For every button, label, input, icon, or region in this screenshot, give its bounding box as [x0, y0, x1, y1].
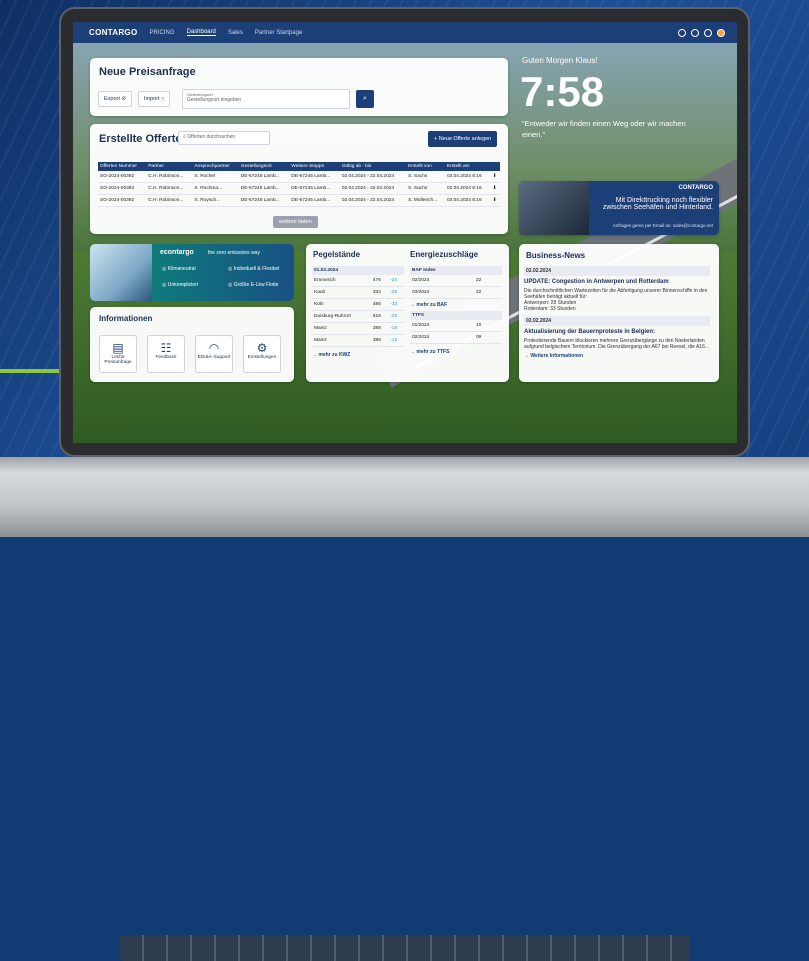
table-row[interactable]: SO-2024-00392 C.H. Robinson... S. Rochel DE…: [98, 171, 500, 183]
nav-pricing[interactable]: PRICING: [149, 30, 174, 36]
levels-table: 01.02.2024 Emmerich 476 -24 Kaub 334 -26 Köl…: [312, 266, 404, 358]
truck-image: [519, 181, 589, 235]
baf-link[interactable]: → mehr zu BAF: [410, 302, 502, 308]
help-icon[interactable]: [691, 28, 699, 37]
table-row: Emmerich 476 -24: [312, 275, 404, 287]
promo-contact: Anfragen gerne per Email an: sales@conta…: [612, 223, 713, 228]
table-row: Duisburg-Ruhrort 616 -29: [312, 310, 404, 323]
download-icon[interactable]: ⬇: [490, 171, 500, 183]
eco-feature-3: ◎ Unkompliziert: [162, 282, 199, 288]
news-card: Business-News 02.02.2024 UPDATE: Congest…: [519, 244, 719, 382]
clock: 7:58: [520, 68, 605, 115]
nav-dashboard[interactable]: Dashboard: [186, 29, 216, 36]
table-row: 02/2024 09: [410, 331, 502, 344]
table-row: Mainz 388 -15: [312, 334, 404, 347]
location-input[interactable]: Gestellungsort Gestellungsort eingeben: [182, 89, 350, 109]
top-nav: CONTARGO PRICING Dashboard Sales Partner…: [73, 22, 737, 43]
download-icon[interactable]: ⬇: [490, 194, 500, 207]
gear-icon: ⚙: [256, 341, 268, 355]
eco-feature-1: ◎ Klimaneutral: [162, 266, 196, 272]
levels-card: Pegelstände Energiezuschläge 01.02.2024 …: [306, 244, 509, 382]
ttfs-link[interactable]: → mehr zu TTFS: [410, 349, 502, 355]
download-icon[interactable]: ⬇: [490, 182, 500, 195]
table-row[interactable]: SO-2024-00392 C.H. Robinson... S. Rochma..…: [98, 182, 500, 195]
news-title: Business-News: [526, 251, 586, 260]
eco-brand: econtargo: [160, 249, 194, 256]
info-icon[interactable]: [678, 28, 686, 37]
table-row[interactable]: SO-2024-00392 C.H. Robinson... S. Roysch..…: [98, 194, 500, 207]
load-more-button[interactable]: weitere laden: [273, 216, 318, 228]
tile-last-request[interactable]: ▤ Letzte Preisanfrage: [99, 335, 137, 373]
eco-truck-image: [90, 244, 152, 301]
price-request-title: Neue Preisanfrage: [99, 66, 196, 78]
tile-support[interactable]: ◠ EDI&A-Support: [195, 335, 233, 373]
new-offer-button[interactable]: + Neue Offerte anlegen: [428, 131, 498, 147]
tile-feedback[interactable]: ☷ Feedback: [147, 335, 185, 373]
table-row: 03/2024 22: [410, 286, 502, 299]
tile-settings[interactable]: ⚙ Einstellungen: [243, 335, 281, 373]
levels-link[interactable]: → mehr zu KWZ: [312, 352, 404, 358]
table-row: Kaub 334 -26: [312, 286, 404, 299]
news-headline-2: Aktualisierung der Bauernproteste in Bel…: [524, 329, 656, 335]
import-button[interactable]: Import ○: [138, 91, 171, 107]
laptop-base: [0, 457, 809, 961]
table-row: 02/2024 22: [410, 275, 502, 287]
energy-title: Energiezuschläge: [410, 250, 479, 259]
info-card: Informationen ▤ Letzte Preisanfrage ☷ Feed…: [90, 307, 294, 382]
logo: CONTARGO: [89, 28, 138, 37]
eco-tagline: the zero emissions way: [208, 250, 260, 256]
news-headline-1: UPDATE: Congestion in Antwerpen und Rott…: [524, 279, 669, 285]
eco-feature-2: ◎ Individuell & Flexibel: [228, 266, 280, 272]
table-row: Köln 485 -33: [312, 298, 404, 311]
screen: CONTARGO PRICING Dashboard Sales Partner…: [73, 22, 737, 443]
promo-text: Mit Direkttrucking noch flexibler zwische…: [602, 197, 713, 211]
price-request-card: Neue Preisanfrage Export ⊘ Import ○ Gest…: [90, 58, 508, 116]
eco-feature-4: ◎ Größte E-Lkw Flotte: [228, 282, 279, 288]
offers-title: Erstellte Offerten: [99, 133, 189, 145]
nav-partner[interactable]: Partner Startpage: [255, 30, 302, 36]
nav-sales[interactable]: Sales: [228, 30, 243, 36]
promo-banner[interactable]: CONTARGO Mit Direkttrucking noch flexibl…: [519, 181, 719, 235]
document-icon: ▤: [112, 341, 124, 355]
energy-table: BAF Index 02/2024 22 03/2024 22 → mehr zu …: [410, 266, 502, 355]
news-list[interactable]: 02.02.2024 UPDATE: Congestion in Antwerp…: [524, 266, 710, 359]
table-row: 01/2024 10: [410, 320, 502, 332]
greeting: Guten Morgen Klaus!: [522, 56, 598, 65]
avatar[interactable]: [717, 28, 725, 37]
headset-icon: ◠: [208, 341, 220, 355]
export-button[interactable]: Export ⊘: [98, 91, 133, 107]
promo-logo: CONTARGO: [678, 185, 713, 191]
eco-banner[interactable]: econtargo the zero emissions way ◎ Klima…: [90, 244, 294, 301]
gear-icon[interactable]: [704, 28, 712, 37]
people-icon: ☷: [160, 341, 172, 355]
offers-card: Erstellte Offerten ⌕ Offerten durchsuche…: [90, 124, 508, 234]
keyboard: [120, 935, 690, 961]
offers-search-input[interactable]: ⌕ Offerten durchsuchen: [178, 131, 270, 145]
more-info-link[interactable]: → Weitere Informationen: [524, 353, 710, 359]
search-button[interactable]: ⌕: [356, 90, 374, 108]
info-title: Informationen: [99, 314, 153, 323]
table-row: Mainz 388 -15: [312, 322, 404, 335]
levels-title: Pegelstände: [313, 250, 361, 259]
offers-table: Offerten Nummer Partner Ansprechpartner Ges…: [98, 162, 500, 207]
quote: “Entweder wir finden einen Weg oder wir …: [522, 119, 686, 139]
